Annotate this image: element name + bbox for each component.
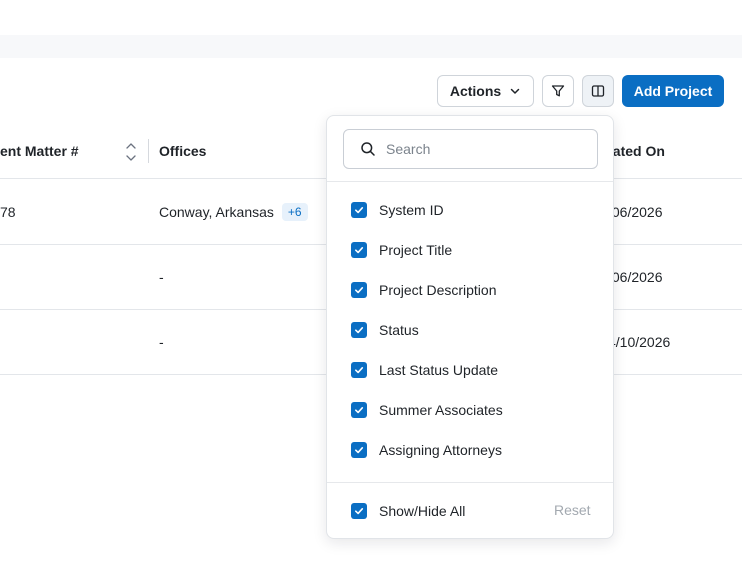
- cell-created-on: /06/2026: [608, 204, 663, 220]
- check-icon: [355, 207, 364, 214]
- column-search-input[interactable]: [386, 141, 576, 157]
- option-label: Last Status Update: [379, 362, 499, 378]
- column-search[interactable]: [343, 129, 598, 169]
- cell-created-on: /06/2026: [608, 269, 663, 285]
- columns-icon: [591, 85, 605, 97]
- check-icon: [355, 367, 364, 374]
- column-option-summer-associates[interactable]: Summer Associates: [351, 398, 503, 422]
- column-option-last-status-update[interactable]: Last Status Update: [351, 358, 498, 382]
- checkbox-checked[interactable]: [351, 402, 367, 418]
- column-divider[interactable]: [148, 139, 149, 163]
- column-option-project-title[interactable]: Project Title: [351, 238, 452, 262]
- option-label: System ID: [379, 202, 444, 218]
- actions-dropdown-button[interactable]: Actions: [437, 75, 534, 107]
- actions-label: Actions: [449, 83, 502, 99]
- cell-offices: Conway, Arkansas +6: [159, 180, 308, 244]
- divider: [327, 181, 613, 182]
- column-option-status[interactable]: Status: [351, 318, 419, 342]
- checkbox-checked[interactable]: [351, 282, 367, 298]
- header-band: [0, 35, 742, 58]
- option-label: Assigning Attorneys: [379, 442, 502, 458]
- checkbox-checked[interactable]: [351, 362, 367, 378]
- office-name: Conway, Arkansas: [159, 204, 274, 220]
- option-label: Summer Associates: [379, 402, 503, 418]
- check-icon: [355, 247, 364, 254]
- column-header-offices[interactable]: Offices: [159, 122, 206, 179]
- more-offices-badge[interactable]: +6: [281, 203, 308, 221]
- checkbox-checked[interactable]: [351, 442, 367, 458]
- option-label: Project Description: [379, 282, 497, 298]
- column-header-client-matter[interactable]: ent Matter #: [0, 122, 79, 179]
- column-option-assigning-attorneys[interactable]: Assigning Attorneys: [351, 438, 502, 462]
- divider: [327, 482, 613, 483]
- cell-created-on: 4/10/2026: [608, 334, 671, 350]
- check-icon: [355, 407, 364, 414]
- top-bar: [0, 0, 742, 35]
- check-icon: [355, 447, 364, 454]
- filter-button[interactable]: [542, 75, 574, 107]
- option-label: Show/Hide All: [379, 503, 466, 519]
- show-hide-all-option[interactable]: Show/Hide All: [351, 499, 465, 523]
- search-icon: [361, 142, 375, 156]
- cell-offices: -: [159, 334, 164, 350]
- filter-icon: [551, 85, 565, 97]
- option-label: Project Title: [379, 242, 453, 258]
- chevron-down-icon: [510, 88, 520, 94]
- columns-button[interactable]: [582, 75, 614, 107]
- add-project-button[interactable]: Add Project: [622, 75, 724, 107]
- check-icon: [355, 287, 364, 294]
- cell-client-matter: 78: [0, 204, 16, 220]
- cell-offices: -: [159, 269, 164, 285]
- checkbox-checked[interactable]: [351, 202, 367, 218]
- checkbox-checked[interactable]: [351, 503, 367, 519]
- column-visibility-menu: System ID Project Title Project Descript…: [326, 115, 614, 539]
- reset-button[interactable]: Reset: [554, 502, 591, 518]
- column-option-system-id[interactable]: System ID: [351, 198, 444, 222]
- column-option-project-description[interactable]: Project Description: [351, 278, 497, 302]
- check-icon: [355, 508, 364, 515]
- option-label: Status: [379, 322, 419, 338]
- checkbox-checked[interactable]: [351, 322, 367, 338]
- sort-icon[interactable]: [125, 141, 137, 163]
- check-icon: [355, 327, 364, 334]
- checkbox-checked[interactable]: [351, 242, 367, 258]
